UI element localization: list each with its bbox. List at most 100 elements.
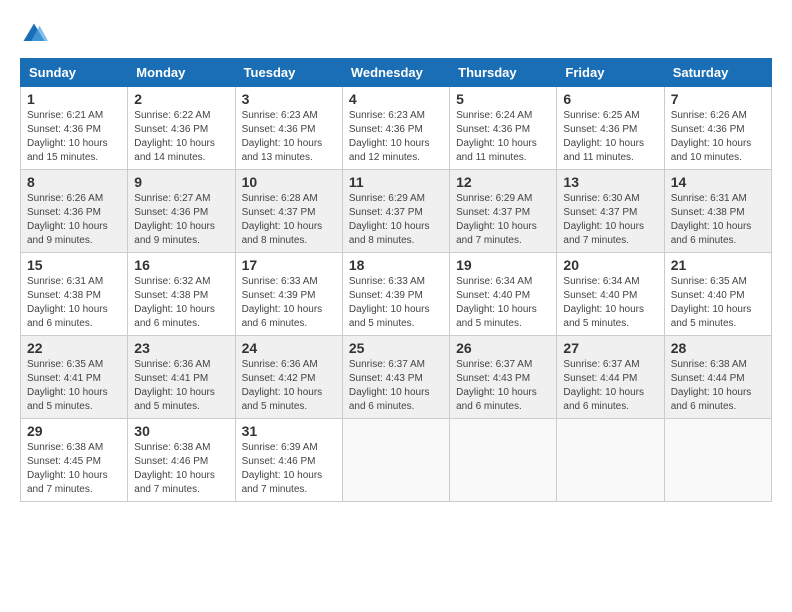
day-info: Sunrise: 6:37 AM Sunset: 4:43 PM Dayligh… bbox=[456, 358, 550, 414]
day-number: 23 bbox=[134, 340, 228, 356]
calendar-week-4: 22 Sunrise: 6:35 AM Sunset: 4:41 PM Dayli… bbox=[21, 336, 772, 419]
calendar-cell bbox=[664, 419, 771, 502]
day-info: Sunrise: 6:31 AM Sunset: 4:38 PM Dayligh… bbox=[27, 275, 121, 331]
day-header-monday: Monday bbox=[128, 59, 235, 87]
calendar-cell: 13Sunrise: 6:30 AM Sunset: 4:37 PM Dayli… bbox=[557, 170, 664, 253]
day-header-thursday: Thursday bbox=[450, 59, 557, 87]
day-number: 16 bbox=[134, 257, 228, 273]
day-number: 19 bbox=[456, 257, 550, 273]
day-number: 6 bbox=[563, 91, 657, 107]
day-number: 28 bbox=[671, 340, 765, 356]
day-info: Sunrise: 6:36 AM Sunset: 4:41 PM Dayligh… bbox=[134, 358, 228, 414]
calendar-cell: 10Sunrise: 6:28 AM Sunset: 4:37 PM Dayli… bbox=[235, 170, 342, 253]
calendar-cell: 20 Sunrise: 6:34 AM Sunset: 4:40 PM Dayli… bbox=[557, 253, 664, 336]
day-info: Sunrise: 6:33 AM Sunset: 4:39 PM Dayligh… bbox=[242, 275, 336, 331]
day-number: 15 bbox=[27, 257, 121, 273]
day-number: 2 bbox=[134, 91, 228, 107]
day-info: Sunrise: 6:38 AM Sunset: 4:45 PM Dayligh… bbox=[27, 441, 121, 497]
day-number: 21 bbox=[671, 257, 765, 273]
day-info: Sunrise: 6:32 AM Sunset: 4:38 PM Dayligh… bbox=[134, 275, 228, 331]
calendar-cell: 7 Sunrise: 6:26 AM Sunset: 4:36 PM Daylig… bbox=[664, 87, 771, 170]
calendar-week-5: 29 Sunrise: 6:38 AM Sunset: 4:45 PM Dayli… bbox=[21, 419, 772, 502]
calendar-cell: 31 Sunrise: 6:39 AM Sunset: 4:46 PM Dayli… bbox=[235, 419, 342, 502]
day-info: Sunrise: 6:35 AM Sunset: 4:40 PM Dayligh… bbox=[671, 275, 765, 331]
day-number: 18 bbox=[349, 257, 443, 273]
calendar-cell: 23 Sunrise: 6:36 AM Sunset: 4:41 PM Dayli… bbox=[128, 336, 235, 419]
day-info: Sunrise: 6:24 AM Sunset: 4:36 PM Dayligh… bbox=[456, 109, 550, 165]
calendar-week-2: 8 Sunrise: 6:26 AM Sunset: 4:36 PM Daylig… bbox=[21, 170, 772, 253]
calendar-week-3: 15 Sunrise: 6:31 AM Sunset: 4:38 PM Dayli… bbox=[21, 253, 772, 336]
logo bbox=[20, 20, 52, 48]
calendar-cell: 4Sunrise: 6:23 AM Sunset: 4:36 PM Daylig… bbox=[342, 87, 449, 170]
day-number: 29 bbox=[27, 423, 121, 439]
day-info: Sunrise: 6:27 AM Sunset: 4:36 PM Dayligh… bbox=[134, 192, 228, 248]
calendar-cell: 21 Sunrise: 6:35 AM Sunset: 4:40 PM Dayli… bbox=[664, 253, 771, 336]
calendar-cell: 22 Sunrise: 6:35 AM Sunset: 4:41 PM Dayli… bbox=[21, 336, 128, 419]
calendar-cell: 26 Sunrise: 6:37 AM Sunset: 4:43 PM Dayli… bbox=[450, 336, 557, 419]
day-number: 30 bbox=[134, 423, 228, 439]
day-header-friday: Friday bbox=[557, 59, 664, 87]
calendar-cell: 5 Sunrise: 6:24 AM Sunset: 4:36 PM Daylig… bbox=[450, 87, 557, 170]
day-info: Sunrise: 6:21 AM Sunset: 4:36 PM Dayligh… bbox=[27, 109, 121, 165]
calendar-cell: 19 Sunrise: 6:34 AM Sunset: 4:40 PM Dayli… bbox=[450, 253, 557, 336]
calendar-cell: 2 Sunrise: 6:22 AM Sunset: 4:36 PM Daylig… bbox=[128, 87, 235, 170]
day-number: 22 bbox=[27, 340, 121, 356]
calendar-cell: 14 Sunrise: 6:31 AM Sunset: 4:38 PM Dayli… bbox=[664, 170, 771, 253]
day-info: Sunrise: 6:26 AM Sunset: 4:36 PM Dayligh… bbox=[27, 192, 121, 248]
day-number: 9 bbox=[134, 174, 228, 190]
calendar-cell: 1Sunrise: 6:21 AM Sunset: 4:36 PM Daylig… bbox=[21, 87, 128, 170]
day-info: Sunrise: 6:36 AM Sunset: 4:42 PM Dayligh… bbox=[242, 358, 336, 414]
day-number: 31 bbox=[242, 423, 336, 439]
header bbox=[20, 20, 772, 48]
day-header-wednesday: Wednesday bbox=[342, 59, 449, 87]
day-info: Sunrise: 6:34 AM Sunset: 4:40 PM Dayligh… bbox=[456, 275, 550, 331]
calendar-cell bbox=[557, 419, 664, 502]
day-info: Sunrise: 6:38 AM Sunset: 4:46 PM Dayligh… bbox=[134, 441, 228, 497]
calendar-cell: 15 Sunrise: 6:31 AM Sunset: 4:38 PM Dayli… bbox=[21, 253, 128, 336]
day-number: 27 bbox=[563, 340, 657, 356]
calendar-week-1: 1Sunrise: 6:21 AM Sunset: 4:36 PM Daylig… bbox=[21, 87, 772, 170]
day-header-tuesday: Tuesday bbox=[235, 59, 342, 87]
calendar-cell: 18Sunrise: 6:33 AM Sunset: 4:39 PM Dayli… bbox=[342, 253, 449, 336]
day-info: Sunrise: 6:29 AM Sunset: 4:37 PM Dayligh… bbox=[456, 192, 550, 248]
calendar-cell: 27 Sunrise: 6:37 AM Sunset: 4:44 PM Dayli… bbox=[557, 336, 664, 419]
day-info: Sunrise: 6:39 AM Sunset: 4:46 PM Dayligh… bbox=[242, 441, 336, 497]
day-number: 11 bbox=[349, 174, 443, 190]
calendar-cell: 11 Sunrise: 6:29 AM Sunset: 4:37 PM Dayli… bbox=[342, 170, 449, 253]
calendar-cell: 24 Sunrise: 6:36 AM Sunset: 4:42 PM Dayli… bbox=[235, 336, 342, 419]
calendar-cell: 30 Sunrise: 6:38 AM Sunset: 4:46 PM Dayli… bbox=[128, 419, 235, 502]
calendar-cell: 12Sunrise: 6:29 AM Sunset: 4:37 PM Dayli… bbox=[450, 170, 557, 253]
day-info: Sunrise: 6:25 AM Sunset: 4:36 PM Dayligh… bbox=[563, 109, 657, 165]
day-info: Sunrise: 6:28 AM Sunset: 4:37 PM Dayligh… bbox=[242, 192, 336, 248]
day-number: 26 bbox=[456, 340, 550, 356]
day-number: 24 bbox=[242, 340, 336, 356]
day-number: 25 bbox=[349, 340, 443, 356]
day-number: 14 bbox=[671, 174, 765, 190]
day-number: 20 bbox=[563, 257, 657, 273]
day-info: Sunrise: 6:35 AM Sunset: 4:41 PM Dayligh… bbox=[27, 358, 121, 414]
day-number: 5 bbox=[456, 91, 550, 107]
day-number: 17 bbox=[242, 257, 336, 273]
day-info: Sunrise: 6:34 AM Sunset: 4:40 PM Dayligh… bbox=[563, 275, 657, 331]
calendar-cell: 17 Sunrise: 6:33 AM Sunset: 4:39 PM Dayli… bbox=[235, 253, 342, 336]
logo-icon bbox=[20, 20, 48, 48]
calendar-cell: 6 Sunrise: 6:25 AM Sunset: 4:36 PM Daylig… bbox=[557, 87, 664, 170]
day-info: Sunrise: 6:37 AM Sunset: 4:44 PM Dayligh… bbox=[563, 358, 657, 414]
day-info: Sunrise: 6:31 AM Sunset: 4:38 PM Dayligh… bbox=[671, 192, 765, 248]
calendar-cell: 16 Sunrise: 6:32 AM Sunset: 4:38 PM Dayli… bbox=[128, 253, 235, 336]
day-header-saturday: Saturday bbox=[664, 59, 771, 87]
header-row: SundayMondayTuesdayWednesdayThursdayFrid… bbox=[21, 59, 772, 87]
calendar-cell bbox=[450, 419, 557, 502]
day-info: Sunrise: 6:22 AM Sunset: 4:36 PM Dayligh… bbox=[134, 109, 228, 165]
day-info: Sunrise: 6:23 AM Sunset: 4:36 PM Dayligh… bbox=[349, 109, 443, 165]
calendar-cell bbox=[342, 419, 449, 502]
day-info: Sunrise: 6:37 AM Sunset: 4:43 PM Dayligh… bbox=[349, 358, 443, 414]
day-number: 8 bbox=[27, 174, 121, 190]
day-info: Sunrise: 6:30 AM Sunset: 4:37 PM Dayligh… bbox=[563, 192, 657, 248]
day-number: 7 bbox=[671, 91, 765, 107]
day-info: Sunrise: 6:38 AM Sunset: 4:44 PM Dayligh… bbox=[671, 358, 765, 414]
day-info: Sunrise: 6:23 AM Sunset: 4:36 PM Dayligh… bbox=[242, 109, 336, 165]
calendar-cell: 9 Sunrise: 6:27 AM Sunset: 4:36 PM Daylig… bbox=[128, 170, 235, 253]
day-info: Sunrise: 6:26 AM Sunset: 4:36 PM Dayligh… bbox=[671, 109, 765, 165]
day-info: Sunrise: 6:29 AM Sunset: 4:37 PM Dayligh… bbox=[349, 192, 443, 248]
